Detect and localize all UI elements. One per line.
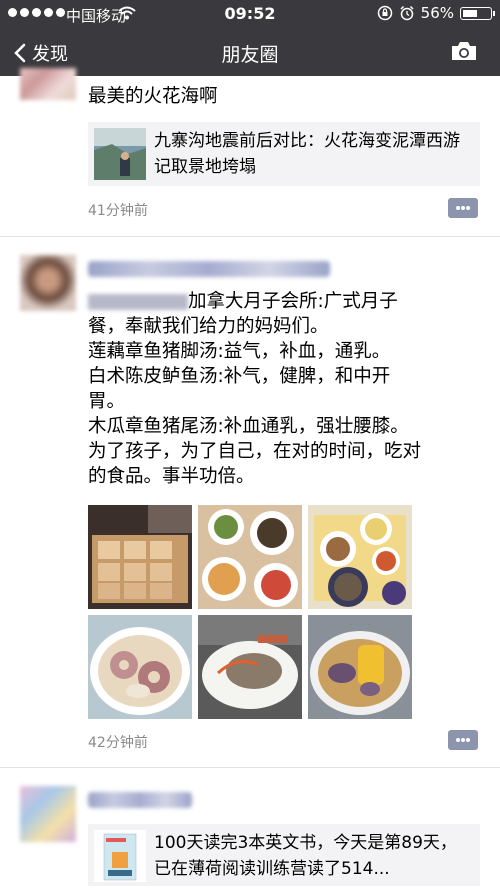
photo-4[interactable] — [88, 615, 192, 719]
photo-2[interactable] — [198, 505, 302, 609]
post-text: 加拿大月子会所:广式月子 餐，奉献我们给力的妈妈们。 莲藕章鱼猪脚汤:益气，补血… — [88, 291, 422, 487]
avatar[interactable] — [20, 68, 76, 100]
shared-link[interactable]: 九寨沟地震前后对比：火花海变泥潭西游记取景地垮塌 — [88, 122, 480, 186]
moment-post: 100天读完3本英文书，今天是第89天，已在薄荷阅读训练营读了514... — [0, 768, 500, 888]
camera-icon[interactable] — [450, 40, 478, 62]
moment-post: 最美的火花海啊 九寨沟地震前后对比：火花海变泥潭西游记取景地垮塌 41分钟前 — [0, 68, 500, 234]
link-thumbnail — [94, 128, 146, 180]
moment-post: 加拿大月子会所:广式月子 餐，奉献我们给力的妈妈们。 莲藕章鱼猪脚汤:益气，补血… — [0, 237, 500, 767]
blurred-text — [88, 294, 188, 310]
comment-button[interactable] — [448, 198, 478, 218]
status-bar: 中国移动 09:52 56% — [0, 0, 500, 28]
battery-icon — [460, 6, 495, 20]
battery-percent: 56% — [420, 4, 454, 22]
post-time: 41分钟前 — [88, 203, 148, 219]
link-title: 九寨沟地震前后对比：火花海变泥潭西游记取景地垮塌 — [154, 131, 460, 177]
photo-1[interactable] — [88, 505, 192, 609]
link-thumbnail — [94, 830, 146, 882]
page-title: 朋友圈 — [221, 44, 279, 66]
photo-6[interactable] — [308, 615, 412, 719]
avatar[interactable] — [20, 786, 76, 842]
nickname[interactable] — [88, 261, 330, 277]
link-title: 100天读完3本英文书，今天是第89天，已在薄荷阅读训练营读了514... — [154, 833, 457, 879]
shared-link[interactable]: 100天读完3本英文书，今天是第89天，已在薄荷阅读训练营读了514... — [88, 824, 480, 886]
post-time: 42分钟前 — [88, 735, 148, 751]
photo-3[interactable] — [308, 505, 412, 609]
nickname[interactable] — [88, 792, 192, 808]
post-text: 最美的火花海啊 — [88, 86, 218, 107]
alarm-icon — [400, 5, 414, 21]
comment-button[interactable] — [448, 730, 478, 750]
rotation-lock-icon — [377, 5, 392, 21]
avatar[interactable] — [20, 255, 76, 311]
photo-5[interactable] — [198, 615, 302, 719]
